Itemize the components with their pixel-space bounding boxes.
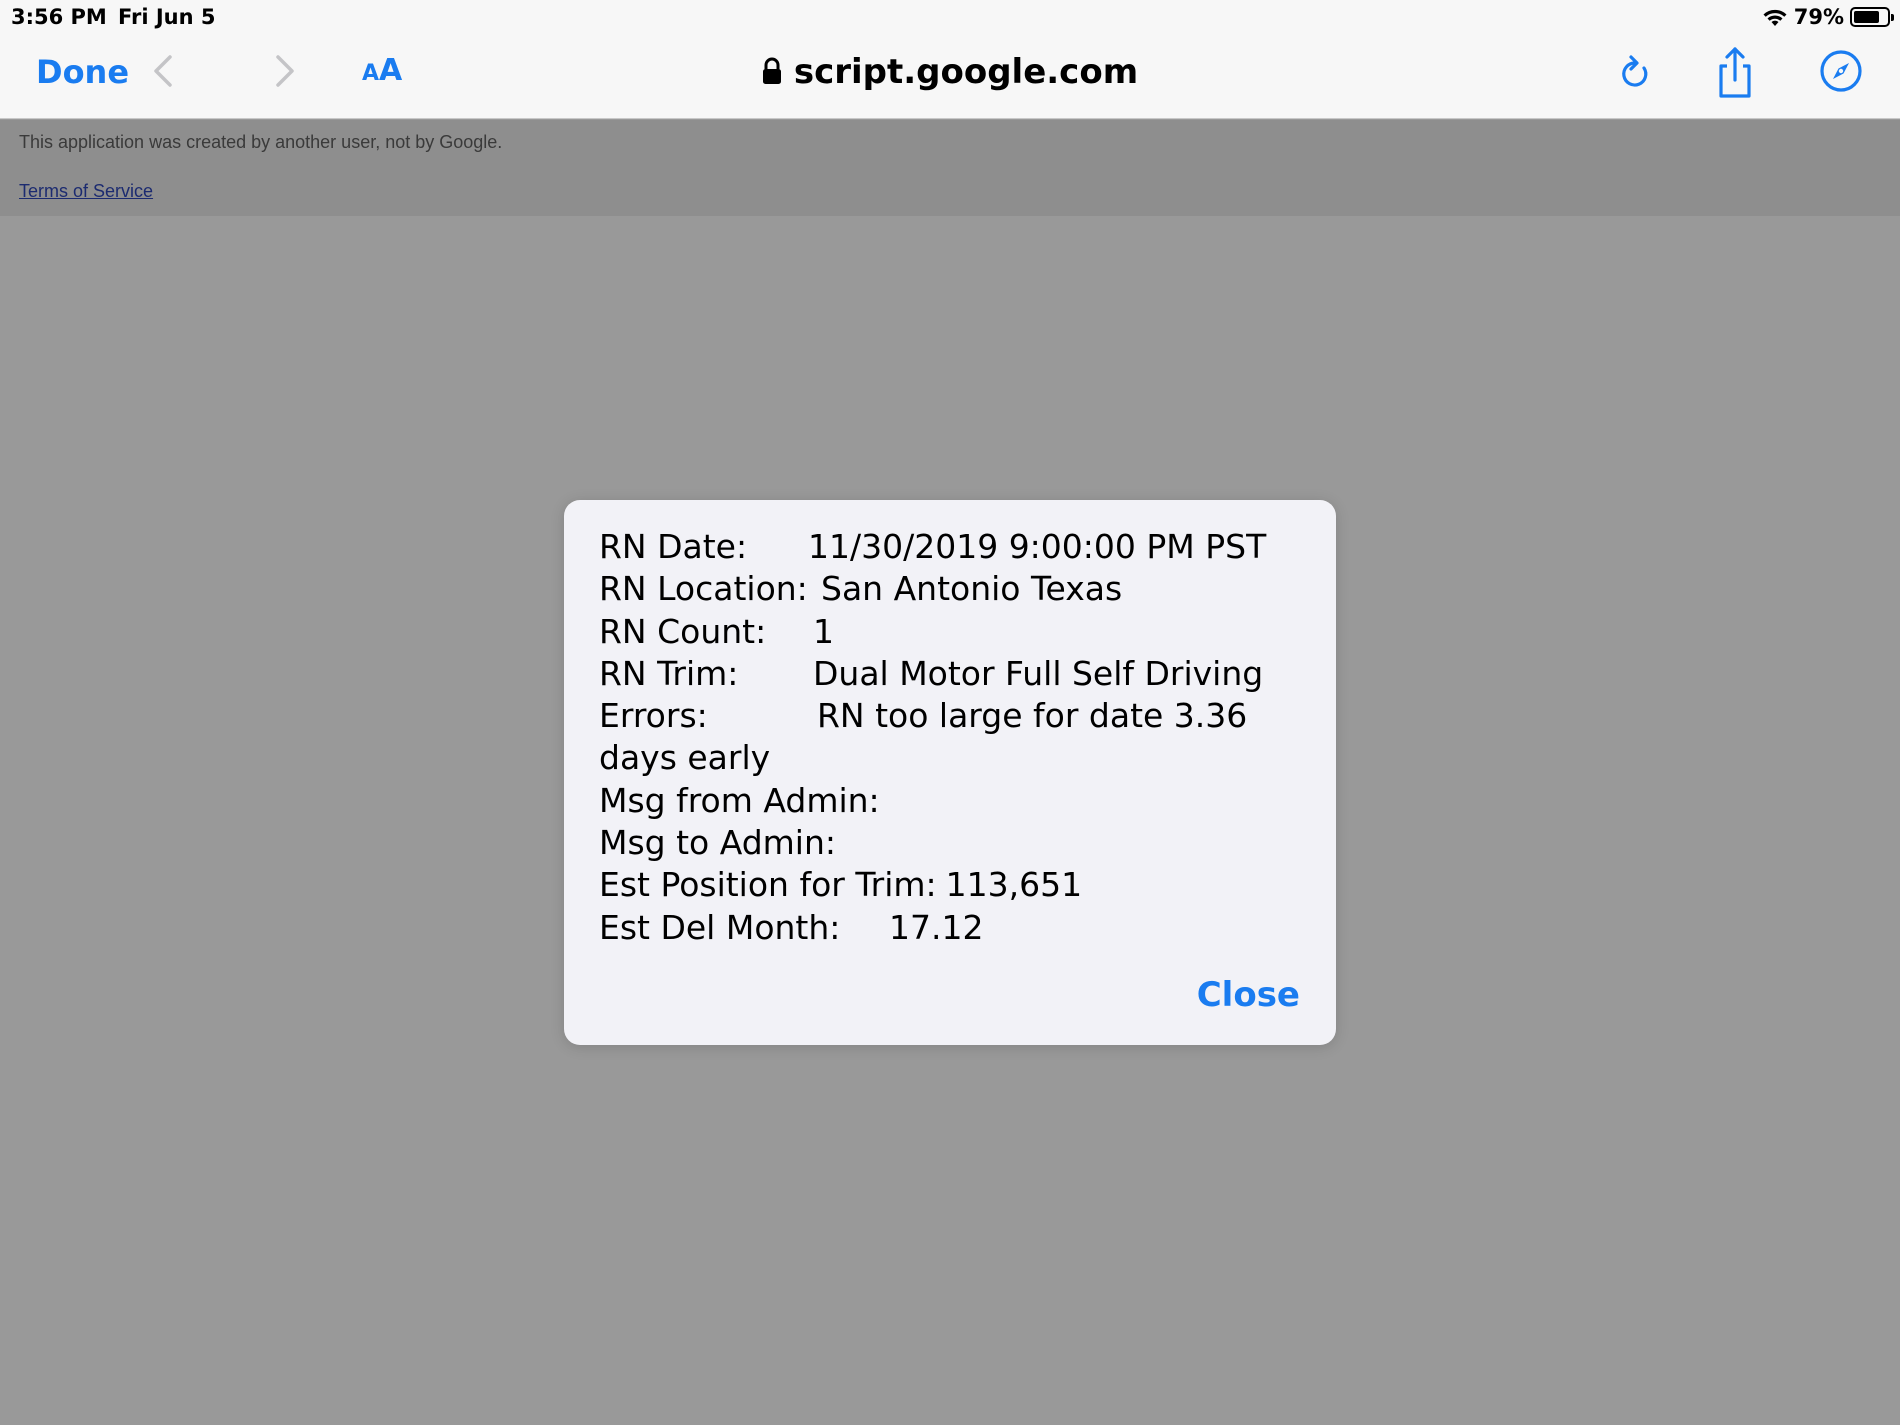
est-position-value: 113,651 <box>945 865 1083 905</box>
rn-date-value: 11/30/2019 9:00:00 PM PST <box>808 527 1267 566</box>
est-position-label: Est Position for Trim: <box>599 865 937 905</box>
rn-date-label: RN Date: <box>599 527 748 566</box>
browser-toolbar: Done AA script.google.com <box>0 34 1900 119</box>
dialog-row-rn-date: RN Date: 11/30/2019 9:00:00 PM PST <box>599 526 1314 568</box>
done-button[interactable]: Done <box>36 53 129 91</box>
dialog-row-rn-count: RN Count: 1 <box>599 611 1314 653</box>
dialog-row-msg-to-admin: Msg to Admin: <box>599 822 1314 864</box>
text-size-large-label: A <box>379 53 403 88</box>
back-icon[interactable] <box>146 51 182 91</box>
rn-location-label: RN Location: <box>599 569 808 609</box>
share-icon[interactable] <box>1712 44 1758 100</box>
dialog-row-errors: Errors: RN too large for date 3.36 days e… <box>599 695 1314 780</box>
dialog-row-est-position: Est Position for Trim: 113,651 <box>599 864 1314 906</box>
battery-percent: 79% <box>1793 5 1844 29</box>
rn-location-value: San Antonio Texas <box>821 569 1123 609</box>
rn-trim-value: Dual Motor Full Self Driving <box>813 653 1264 693</box>
close-button[interactable]: Close <box>1197 975 1300 1015</box>
status-bar: 3:56 PM Fri Jun 5 79% <box>0 0 1900 34</box>
est-del-month-value: 17.12 <box>889 907 984 947</box>
result-dialog: RN Date: 11/30/2019 9:00:00 PM PST RN Loc… <box>564 500 1336 1045</box>
dialog-body: RN Date: 11/30/2019 9:00:00 PM PST RN Loc… <box>599 526 1314 949</box>
text-size-small-label: A <box>362 61 380 86</box>
text-size-button[interactable]: AA <box>362 53 402 88</box>
rn-trim-label: RN Trim: <box>599 653 739 693</box>
lock-icon <box>762 57 781 84</box>
compass-icon[interactable] <box>1818 48 1864 94</box>
msg-from-admin-label: Msg from Admin: <box>599 780 880 820</box>
rn-count-value: 1 <box>813 611 834 651</box>
dialog-row-rn-trim: RN Trim: Dual Motor Full Self Driving <box>599 653 1314 695</box>
status-indicators: 79% <box>1762 5 1894 29</box>
apps-script-banner: This application was created by another … <box>0 120 1900 216</box>
status-time: 3:56 PM <box>11 5 107 29</box>
dialog-row-est-del-month: Est Del Month: 17.12 <box>599 907 1314 949</box>
wifi-icon <box>1763 9 1787 26</box>
msg-to-admin-label: Msg to Admin: <box>599 823 837 863</box>
est-del-month-label: Est Del Month: <box>599 907 841 947</box>
battery-icon <box>1850 7 1894 27</box>
reload-icon[interactable] <box>1615 52 1655 96</box>
forward-icon[interactable] <box>266 51 302 91</box>
dialog-row-msg-from-admin: Msg from Admin: <box>599 780 1314 822</box>
status-date: Fri Jun 5 <box>118 5 216 29</box>
apps-script-notice: This application was created by another … <box>19 132 503 152</box>
terms-of-service-link[interactable]: Terms of Service <box>19 181 153 202</box>
dialog-row-rn-location: RN Location: San Antonio Texas <box>599 568 1314 610</box>
url-text[interactable]: script.google.com <box>794 52 1138 92</box>
errors-label: Errors: <box>599 696 708 736</box>
rn-count-label: RN Count: <box>599 611 767 651</box>
